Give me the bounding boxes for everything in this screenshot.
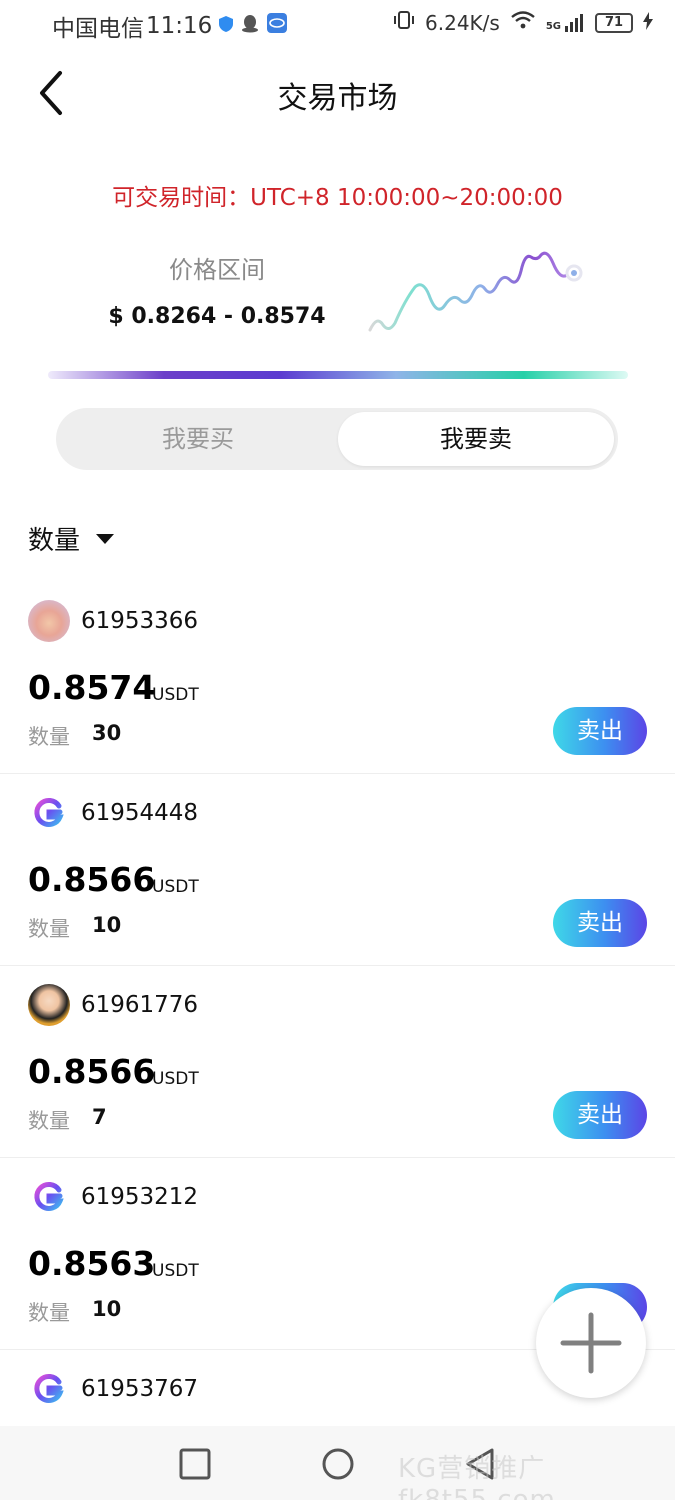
wifi-icon [510,10,536,35]
order-row: 61953366 0.8574 USDT 数量 30 卖出 [0,582,675,774]
order-qty-value: 30 [92,721,122,745]
avatar [28,984,70,1026]
order-qty-value: 10 [92,1297,122,1321]
order-price: 0.8566 [28,860,156,899]
plus-icon [560,1312,622,1374]
circle-icon[interactable] [320,1446,356,1482]
carrier-text: 中国电信 [52,16,144,42]
battery-level: 71 [604,15,624,30]
order-price: 0.8566 [28,1052,156,1091]
order-uid: 61953212 [81,1184,199,1210]
order-row: 61954448 0.8566 USDT 数量 10 卖出 [0,774,675,966]
order-uid: 61954448 [81,800,199,826]
order-price: 0.8563 [28,1244,156,1283]
tab-sell[interactable]: 我要卖 [338,412,614,466]
signal-icon: 5G [545,13,585,32]
sort-label: 数量 [28,526,81,556]
g-logo-icon [34,1182,64,1211]
sort-dropdown[interactable]: 数量 [28,520,115,557]
order-unit: USDT [152,685,199,705]
qq-icon [240,13,260,39]
signal-label: 5G [545,20,561,32]
order-qty-label: 数量 [28,1301,70,1325]
watermark-text: KG营销推广 fk8t55.com [398,1454,556,1500]
charging-icon [643,11,653,35]
g-logo-avatar [28,1368,70,1410]
nav-bar: 交易市场 [0,48,675,140]
g-logo-avatar [28,792,70,834]
g-logo-avatar [28,1176,70,1218]
order-uid: 61953366 [81,608,199,634]
add-order-button[interactable] [536,1288,646,1398]
order-unit: USDT [152,1069,199,1089]
square-icon[interactable] [177,1446,213,1482]
order-qty-label: 数量 [28,917,70,941]
order-qty-label: 数量 [28,725,70,749]
status-left: 中国电信 11:16 [52,9,288,43]
g-logo-icon [34,1374,64,1403]
page-title: 交易市场 [277,81,398,116]
vibrate-icon [393,10,415,35]
network-speed: 6.24K/s [425,10,500,35]
buy-sell-toggle: 我要买 我要卖 [56,408,618,470]
sell-button[interactable]: 卖出 [553,899,647,947]
order-price: 0.8574 [28,668,156,707]
order-uid: 61953767 [81,1376,199,1402]
avatar [28,600,70,642]
price-sparkline [368,251,583,332]
order-unit: USDT [152,1261,199,1281]
caret-down-icon [96,533,115,544]
gradient-divider [48,371,628,379]
sell-button[interactable]: 卖出 [553,707,647,755]
battery-icon: 71 [595,12,633,33]
tab-buy[interactable]: 我要买 [60,412,336,466]
order-unit: USDT [152,877,199,897]
sell-button[interactable]: 卖出 [553,1091,647,1139]
status-right: 6.24K/s 5G 71 [393,10,653,35]
order-uid: 61961776 [81,992,199,1018]
g-logo-icon [34,798,64,827]
order-qty-label: 数量 [28,1109,70,1133]
status-time: 11:16 [146,13,213,39]
shield-icon [218,13,234,39]
app-notification-icon [266,12,288,40]
trade-time-text: 可交易时间：UTC+8 10:00:00~20:00:00 [112,185,563,211]
order-qty-value: 7 [92,1105,107,1129]
order-row: 61961776 0.8566 USDT 数量 7 卖出 [0,966,675,1158]
order-qty-value: 10 [92,913,122,937]
status-bar: 中国电信 11:16 6.24K/s 5G 71 [0,0,675,48]
system-nav-bar: KG营销推广 fk8t55.com [0,1426,675,1500]
